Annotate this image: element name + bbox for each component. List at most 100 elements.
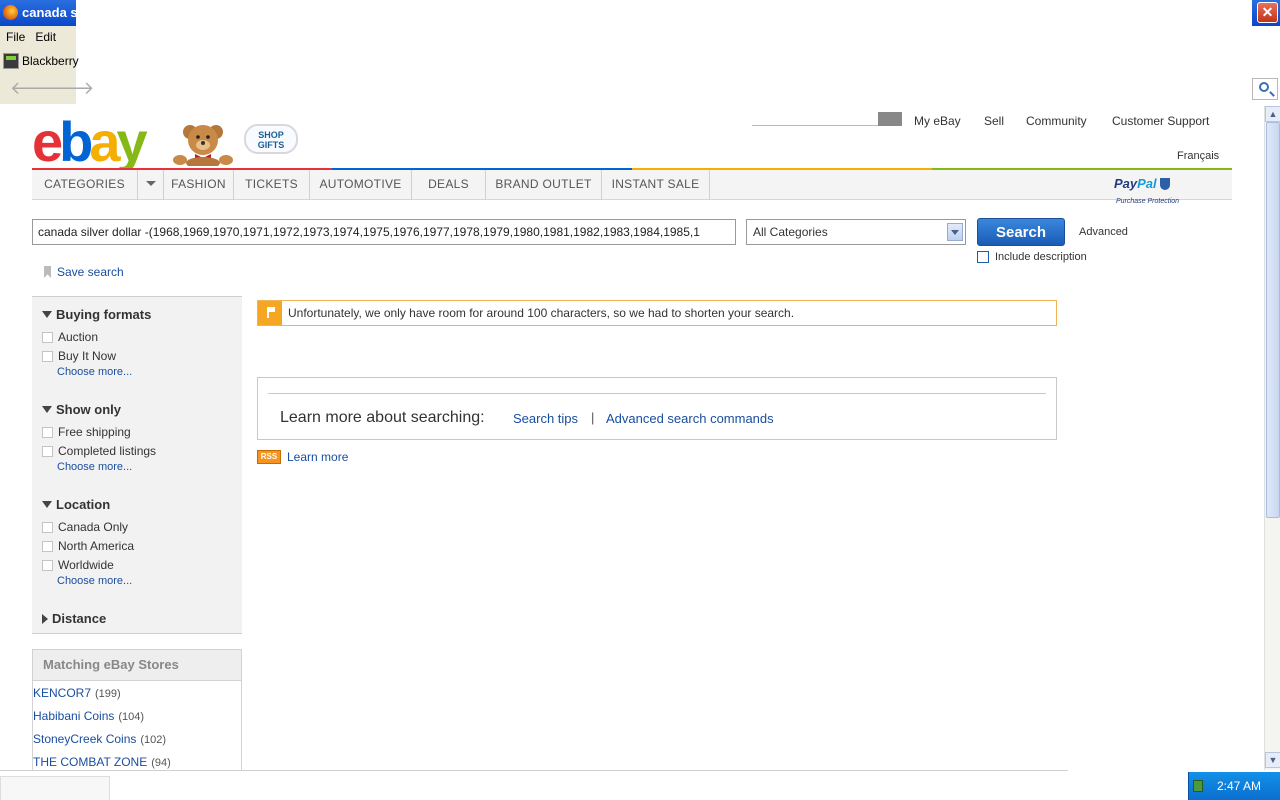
facet-option-label: Canada Only — [58, 520, 129, 534]
facet-title: Location — [56, 497, 111, 512]
collapse-triangle-icon — [42, 311, 52, 318]
include-description-label: Include description — [995, 251, 1087, 263]
stores-list: KENCOR7 (199) Habibani Coins (104) StoneyC… — [32, 681, 242, 776]
advanced-commands-link[interactable]: Advanced search commands — [606, 411, 774, 426]
bookmark-blackberry[interactable]: Blackberry — [3, 53, 79, 69]
shortened-search-notice: Unfortunately, we only have room for aro… — [257, 300, 1057, 326]
store-link[interactable]: Habibani Coins (104) — [33, 709, 144, 723]
tab-brand-outlet[interactable]: BRAND OUTLET — [486, 170, 602, 200]
bookmark-icon — [44, 266, 51, 278]
choose-more-link[interactable]: Choose more... — [57, 575, 132, 587]
top-links: My eBay Sell Community Customer Support — [752, 112, 1222, 128]
scroll-thumb[interactable] — [1266, 122, 1280, 518]
sell-link[interactable]: Sell — [984, 114, 1004, 128]
menu-file[interactable]: File — [0, 26, 29, 44]
forward-arrow-icon[interactable]: 🡒 — [46, 78, 94, 99]
ebay-logo[interactable]: ebay — [32, 110, 148, 173]
checkbox[interactable] — [42, 540, 53, 552]
checkbox[interactable] — [42, 350, 53, 362]
facet-option-free-shipping[interactable]: Free shipping — [42, 425, 131, 439]
bookmarks-toolbar: Blackberry — [0, 48, 79, 74]
search-tips-link[interactable]: Search tips — [513, 411, 578, 426]
titlebar-right: ✕ — [1252, 0, 1280, 26]
logo-letter-e: e — [32, 110, 63, 173]
facet-show-only[interactable]: Show only — [42, 402, 121, 417]
system-tray: 2:47 AM — [1188, 772, 1280, 800]
magnifier-icon — [1259, 82, 1269, 92]
expand-triangle-icon — [42, 613, 48, 624]
community-link[interactable]: Community — [1026, 114, 1087, 128]
my-ebay-link[interactable]: My eBay — [914, 114, 961, 128]
menu-bar: FileEditV — [0, 26, 76, 62]
save-search-label: Save search — [57, 265, 124, 279]
shop-gifts-badge[interactable]: SHOP GIFTS — [244, 124, 298, 154]
store-name: StoneyCreek Coins — [33, 732, 137, 746]
notice-message: Unfortunately, we only have room for aro… — [288, 306, 795, 320]
learn-more-box: Learn more about searching: Search tips … — [257, 377, 1057, 440]
learn-more-link[interactable]: Learn more — [287, 450, 348, 464]
collapse-triangle-icon — [42, 501, 52, 508]
tab-categories[interactable]: CATEGORIES — [32, 170, 138, 200]
paypal-protection-badge[interactable]: PayPal Purchase Protection — [1114, 176, 1232, 206]
choose-more-link[interactable]: Choose more... — [57, 366, 132, 378]
facet-distance[interactable]: Distance — [42, 611, 106, 626]
category-select-value: All Categories — [753, 225, 828, 239]
facet-option-buy-it-now[interactable]: Buy It Now — [42, 349, 116, 363]
logo-letter-y: y — [116, 110, 148, 173]
divider — [268, 393, 1046, 394]
scroll-up-icon[interactable]: ▲ — [1265, 106, 1280, 122]
facet-buying-formats[interactable]: Buying formats — [42, 307, 151, 322]
link-separator: | — [591, 410, 595, 425]
menu-edit[interactable]: Edit — [29, 26, 60, 44]
checkbox[interactable] — [42, 521, 53, 533]
search-button[interactable]: Search — [977, 218, 1065, 246]
include-description-option[interactable]: Include description — [977, 251, 1087, 263]
customer-support-link[interactable]: Customer Support — [1112, 114, 1209, 128]
choose-more-link[interactable]: Choose more... — [57, 461, 132, 473]
facet-option-completed-listings[interactable]: Completed listings — [42, 444, 156, 458]
facet-location[interactable]: Location — [42, 497, 110, 512]
save-search-link[interactable]: Save search — [44, 265, 124, 279]
advanced-search-link[interactable]: Advanced — [1079, 226, 1128, 238]
status-panel — [0, 776, 110, 800]
browser-search-button[interactable] — [1252, 78, 1278, 100]
facet-option-label: Completed listings — [58, 444, 157, 458]
store-link[interactable]: KENCOR7 (199) — [33, 686, 121, 700]
network-icon[interactable] — [1193, 780, 1203, 792]
facet-title: Distance — [52, 611, 107, 626]
go-button[interactable] — [878, 112, 902, 126]
store-name: Habibani Coins — [33, 709, 115, 723]
store-count: (104) — [118, 711, 145, 723]
rss-icon[interactable]: RSS — [257, 450, 281, 464]
blackberry-icon — [3, 53, 19, 69]
tab-fashion[interactable]: FASHION — [164, 170, 234, 200]
include-description-checkbox[interactable] — [977, 251, 989, 263]
facet-option-auction[interactable]: Auction — [42, 330, 98, 344]
search-input[interactable]: canada silver dollar -(1968,1969,1970,19… — [32, 219, 736, 245]
tab-instant-sale[interactable]: INSTANT SALE — [602, 170, 710, 200]
paypal-pal: Pal — [1137, 176, 1157, 191]
facet-option-canada-only[interactable]: Canada Only — [42, 520, 128, 534]
tab-tickets[interactable]: TICKETS — [234, 170, 310, 200]
categories-dropdown-icon[interactable] — [138, 170, 164, 200]
scroll-down-icon[interactable]: ▼ — [1265, 752, 1280, 768]
store-link[interactable]: THE COMBAT ZONE (94) — [33, 755, 171, 769]
close-window-button[interactable]: ✕ — [1257, 2, 1278, 23]
vertical-scrollbar[interactable]: ▲ ▼ — [1264, 106, 1280, 770]
checkbox[interactable] — [42, 445, 53, 457]
tab-automotive[interactable]: AUTOMOTIVE — [310, 170, 412, 200]
store-count: (102) — [140, 734, 167, 746]
tab-deals[interactable]: DEALS — [412, 170, 486, 200]
checkbox[interactable] — [42, 331, 53, 343]
category-select[interactable]: All Categories — [746, 219, 966, 245]
store-link[interactable]: StoneyCreek Coins (102) — [33, 732, 166, 746]
facet-option-worldwide[interactable]: Worldwide — [42, 558, 114, 572]
checkbox[interactable] — [42, 559, 53, 571]
checkbox[interactable] — [42, 426, 53, 438]
facet-title: Show only — [56, 402, 121, 417]
teddy-bear-icon[interactable] — [168, 122, 238, 166]
language-link[interactable]: Français — [1177, 150, 1219, 162]
facet-option-north-america[interactable]: North America — [42, 539, 134, 553]
shield-icon — [1159, 178, 1170, 190]
flag-icon — [258, 301, 282, 325]
